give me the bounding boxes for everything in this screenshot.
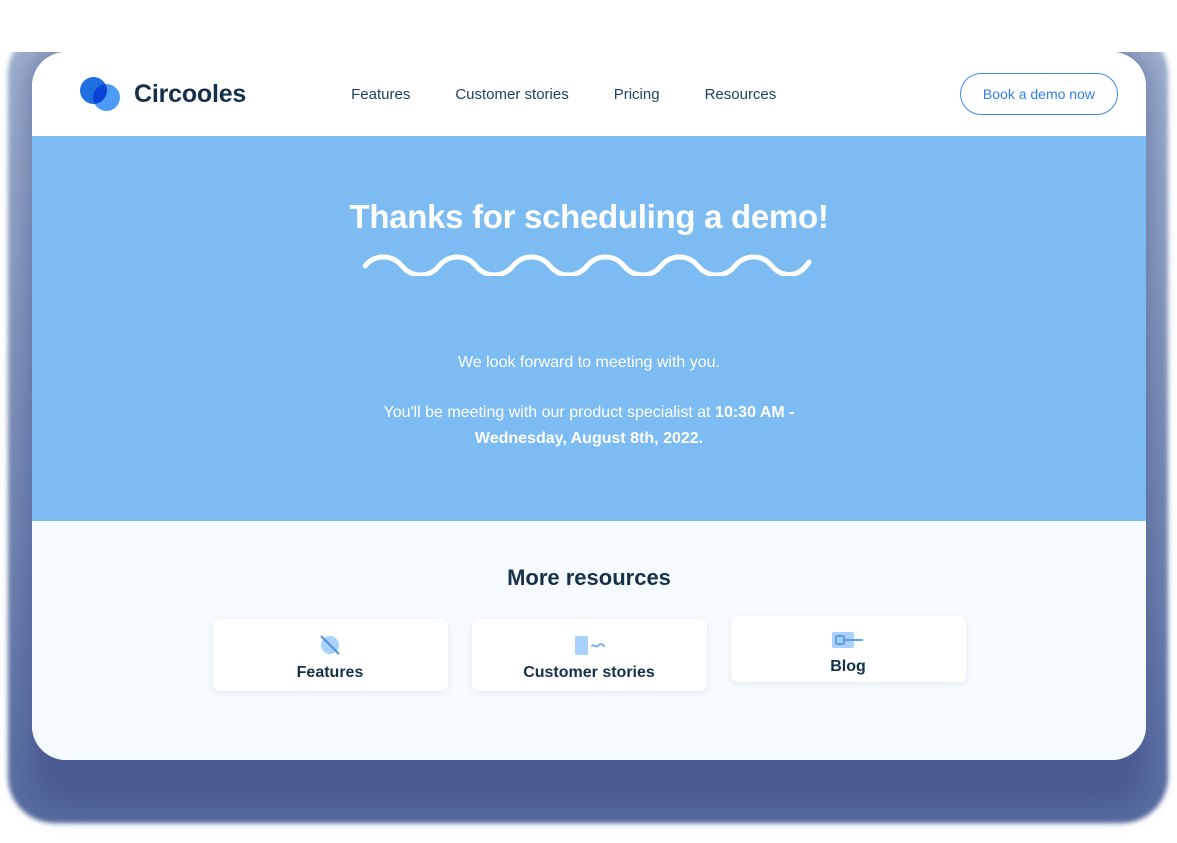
resources-section: More resources Features Customer stories… — [32, 521, 1146, 760]
site-header: Circooles Features Customer stories Pric… — [32, 52, 1146, 136]
brand-logo[interactable]: Circooles — [80, 77, 246, 111]
page-title: Thanks for scheduling a demo! — [349, 198, 829, 235]
resource-card-label: Blog — [830, 658, 866, 675]
resource-card-label: Customer stories — [523, 664, 655, 681]
nav-item-pricing[interactable]: Pricing — [614, 86, 660, 103]
resource-card-label: Features — [296, 664, 364, 681]
document-squiggle-icon — [472, 632, 707, 660]
shadow-top-mask — [0, 0, 1177, 52]
nav-item-resources[interactable]: Resources — [705, 86, 777, 103]
logo-circle-light — [93, 84, 120, 111]
resource-card-blog[interactable]: Blog — [730, 616, 966, 682]
hero-detail-prefix: You'll be meeting with our product speci… — [383, 404, 716, 421]
wavy-squiggle-divider-icon — [32, 252, 1146, 276]
hero-lead-text: We look forward to meeting with you. — [457, 354, 721, 371]
resource-card-features[interactable]: Features — [212, 619, 448, 691]
resource-card-row: Features Customer stories Blog — [32, 616, 1146, 691]
two-overlapping-circles-logo-icon — [80, 77, 120, 111]
browser-window: Circooles Features Customer stories Pric… — [32, 52, 1146, 760]
resources-title: More resources — [507, 565, 671, 590]
resource-card-customer-stories[interactable]: Customer stories — [471, 619, 707, 691]
window-panel-icon — [731, 626, 966, 654]
book-demo-button[interactable]: Book a demo now — [959, 73, 1118, 115]
nav-item-customer-stories[interactable]: Customer stories — [455, 86, 568, 103]
screenshot-stage: Circooles Features Customer stories Pric… — [0, 0, 1177, 843]
hero-section: Thanks for scheduling a demo! We look fo… — [32, 136, 1146, 521]
brand-name: Circooles — [134, 79, 247, 108]
main-navigation: Features Customer stories Pricing Resour… — [351, 86, 776, 103]
planet-circle-slash-icon — [213, 632, 448, 660]
hero-detail-text: You'll be meeting with our product speci… — [354, 400, 824, 453]
nav-item-features[interactable]: Features — [351, 86, 410, 103]
